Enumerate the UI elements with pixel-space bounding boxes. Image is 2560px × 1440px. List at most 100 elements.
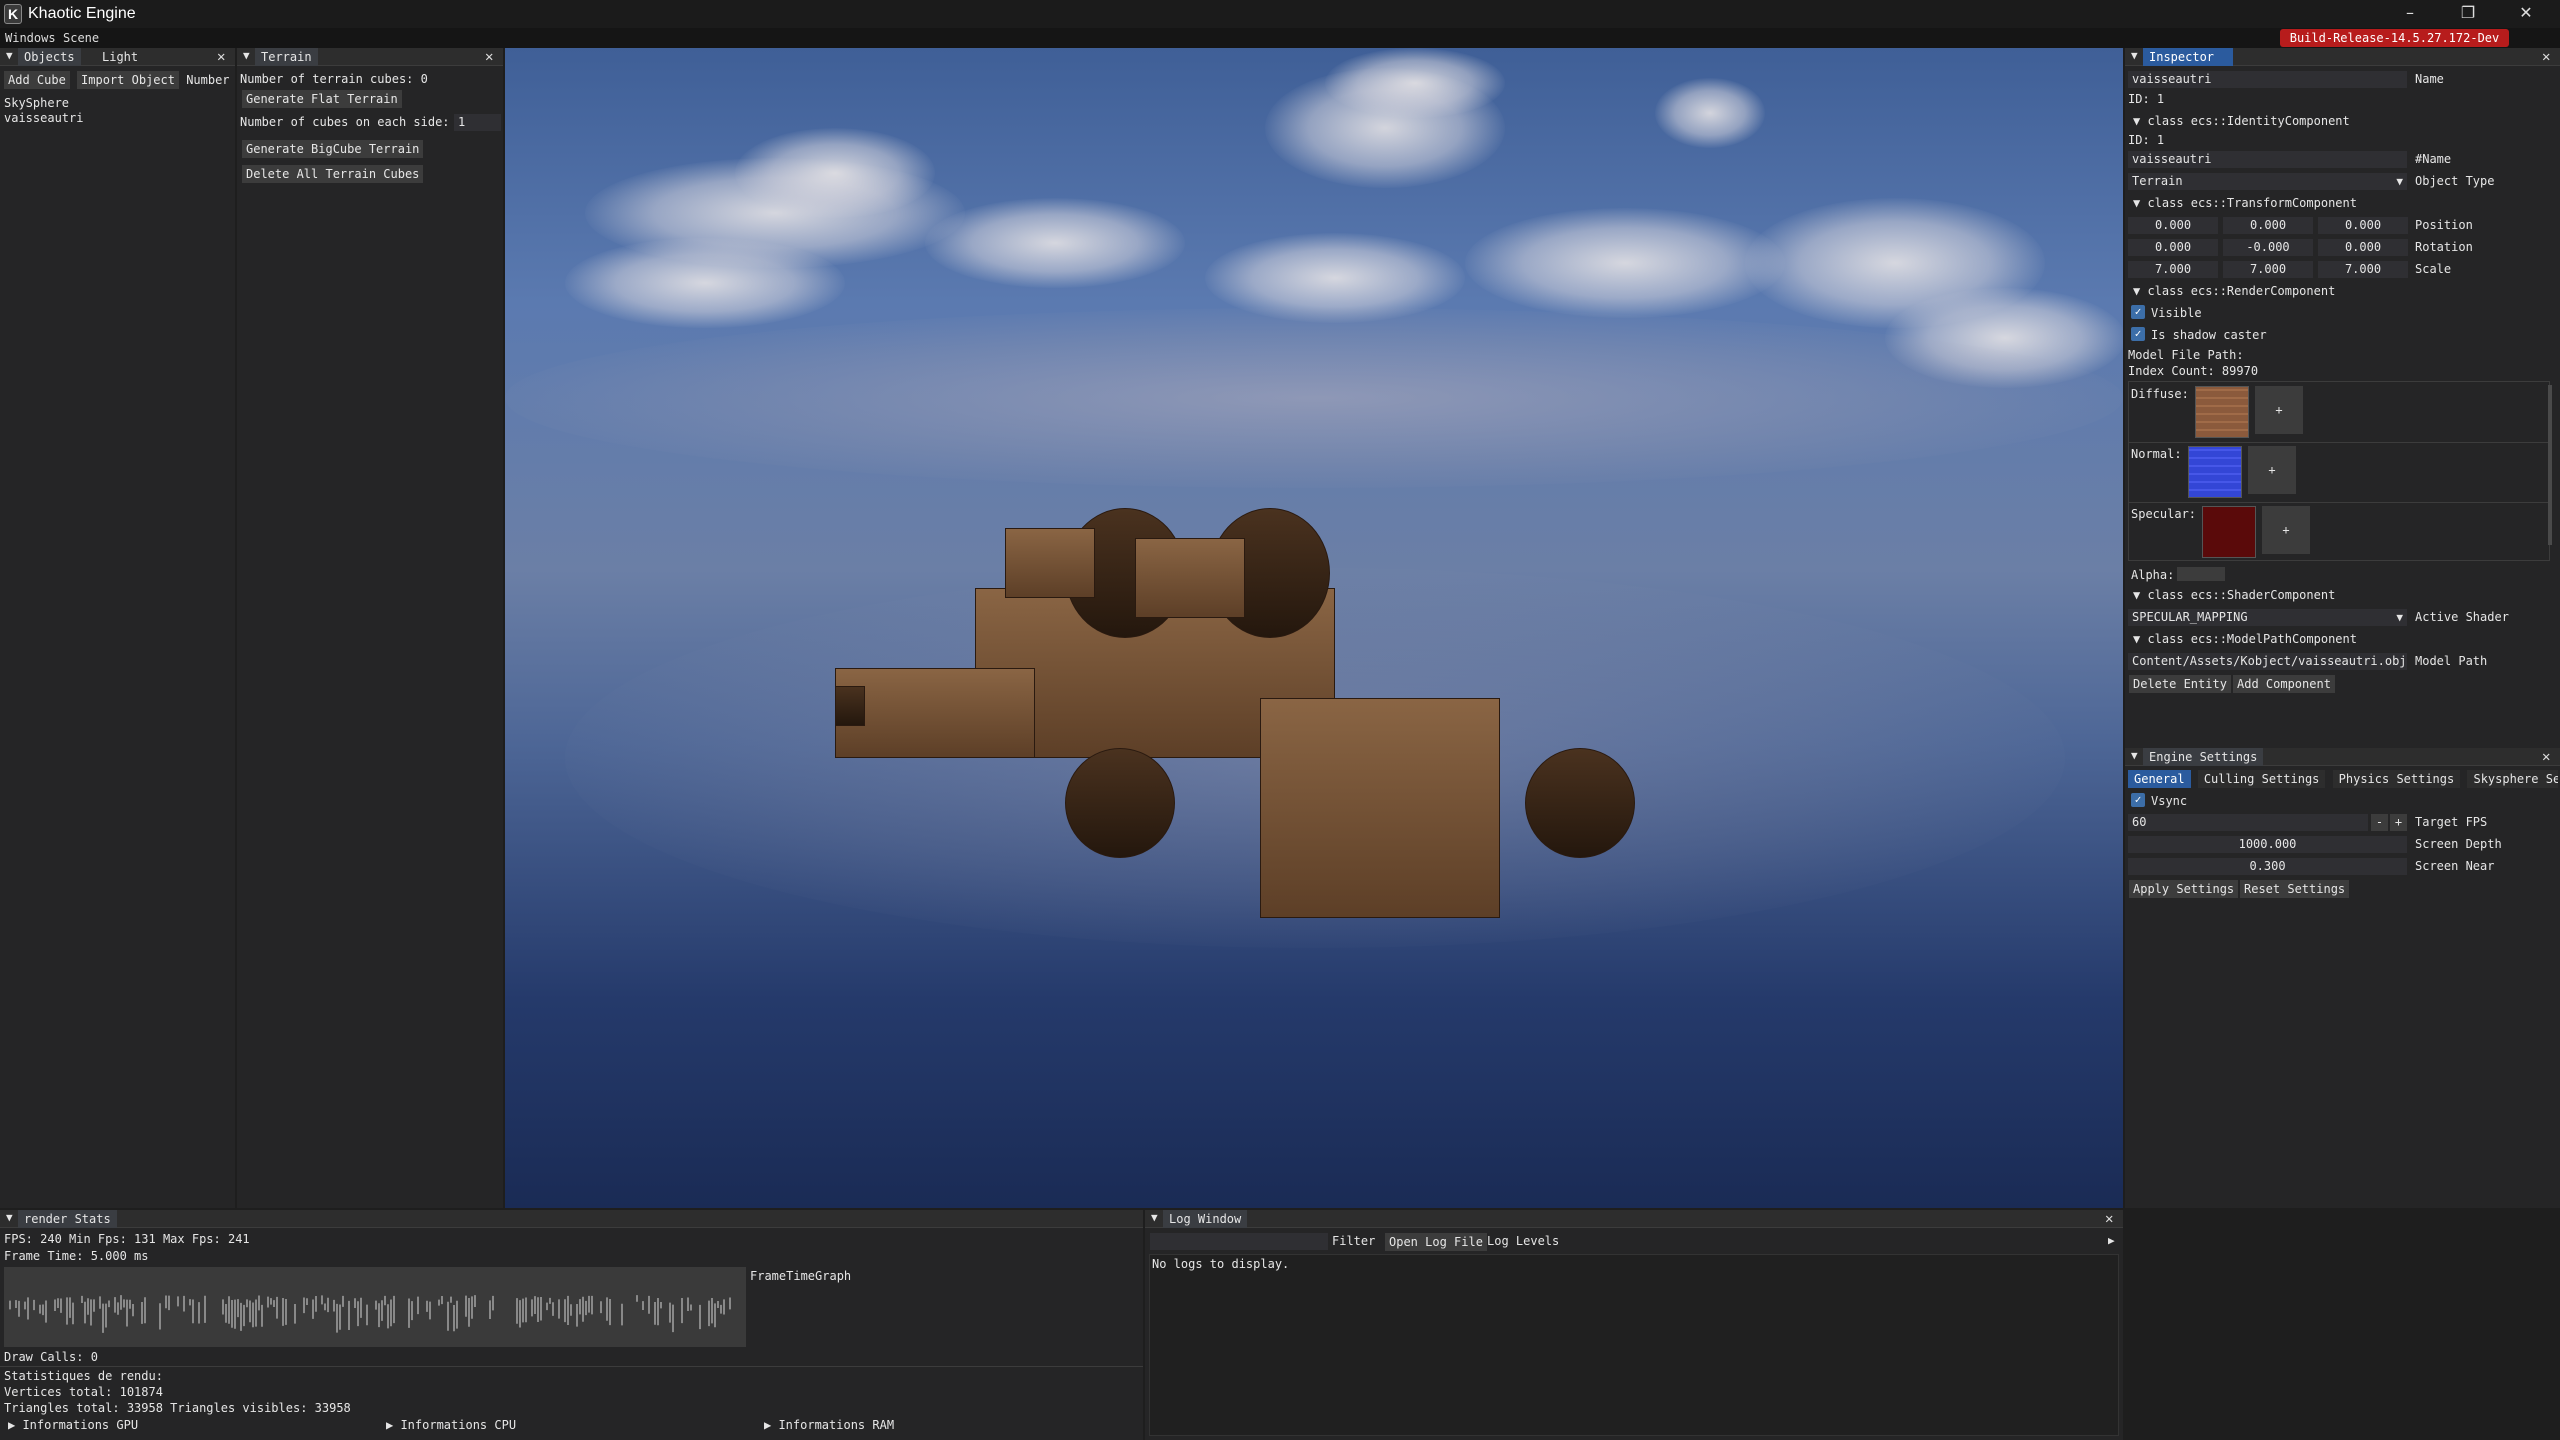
frame-time-graph [4,1267,746,1347]
tab-inspector[interactable]: Inspector [2143,48,2233,66]
target-fps-input[interactable]: 60 [2128,814,2368,831]
close-icon[interactable]: ✕ [2542,49,2550,65]
ship-cargo-block [1260,698,1500,918]
scale-x-input[interactable]: 7.000 [2128,261,2218,278]
object-item-skysphere[interactable]: SkySphere [4,96,69,110]
target-fps-decrement-button[interactable]: - [2371,814,2388,831]
transform-component-header[interactable]: ▼ class ecs::TransformComponent [2133,196,2357,210]
close-icon[interactable]: ✕ [485,49,493,65]
identity-name-input[interactable]: vaisseautri [2128,151,2407,168]
alpha-texture-slot[interactable] [2177,567,2225,581]
visible-checkbox[interactable]: ✓ [2131,305,2145,319]
log-output-area[interactable]: No logs to display. [1149,1254,2119,1436]
tab-terrain[interactable]: Terrain [255,48,318,66]
reset-settings-button[interactable]: Reset Settings [2240,880,2350,898]
specular-add-button[interactable]: + [2262,506,2310,554]
vertices-total: Vertices total: 101874 [4,1385,163,1399]
collapse-arrow-icon[interactable]: ▼ [6,1211,13,1224]
diffuse-texture-thumbnail[interactable] [2195,386,2249,438]
identity-component-header[interactable]: ▼ class ecs::IdentityComponent [2133,114,2350,128]
generate-bigcube-terrain-button[interactable]: Generate BigCube Terrain [242,140,424,158]
position-y-input[interactable]: 0.000 [2223,217,2313,234]
cubes-each-side-input[interactable]: 1 [454,114,501,131]
diffuse-add-button[interactable]: + [2255,386,2303,434]
menu-windows[interactable]: Windows [5,31,56,45]
screen-near-label: Screen Near [2415,859,2495,873]
add-component-button[interactable]: Add Component [2233,675,2335,693]
tab-skysphere-settings[interactable]: Skysphere Setti [2467,770,2558,788]
expand-arrow-icon[interactable]: ▶ [2108,1234,2115,1247]
collapse-arrow-icon[interactable]: ▼ [243,49,250,62]
rotation-z-input[interactable]: 0.000 [2318,239,2408,256]
object-type-select[interactable]: Terrain ▼ [2128,173,2407,190]
collapse-arrow-icon[interactable]: ▼ [1151,1211,1158,1224]
vsync-checkbox[interactable]: ✓ [2131,793,2145,807]
informations-cpu-header[interactable]: ▶ Informations CPU [386,1418,516,1432]
open-log-file-button[interactable]: Open Log File [1385,1233,1487,1251]
identity-component-title: class ecs::IdentityComponent [2147,114,2350,128]
cubes-each-side-label: Number of cubes on each side: [240,115,450,129]
shadow-caster-checkbox[interactable]: ✓ [2131,327,2145,341]
minimize-button[interactable]: – [2382,0,2438,28]
normal-add-button[interactable]: + [2248,446,2296,494]
log-filter-input[interactable] [1150,1233,1328,1250]
collapse-arrow-icon[interactable]: ▼ [6,49,13,62]
screen-depth-input[interactable]: 1000.000 [2128,836,2407,853]
tab-objects[interactable]: Objects [18,48,81,66]
menu-scene[interactable]: Scene [63,31,99,45]
position-label: Position [2415,218,2473,232]
informations-ram-header[interactable]: ▶ Informations RAM [764,1418,894,1432]
cloud [1655,78,1765,148]
restore-button[interactable]: ❐ [2440,0,2496,28]
apply-settings-button[interactable]: Apply Settings [2129,880,2239,898]
terrain-cube-count: Number of terrain cubes: 0 [240,72,428,86]
texture-list-scrollbar[interactable] [2548,385,2552,545]
close-icon[interactable]: ✕ [217,49,225,65]
tab-physics-settings[interactable]: Physics Settings [2332,770,2461,788]
import-object-button[interactable]: Import Object [77,71,179,89]
render-component-header[interactable]: ▼ class ecs::RenderComponent [2133,284,2335,298]
tab-log-window[interactable]: Log Window [1163,1210,1248,1228]
generate-flat-terrain-button[interactable]: Generate Flat Terrain [242,90,402,108]
scale-z-input[interactable]: 7.000 [2318,261,2408,278]
active-shader-select[interactable]: SPECULAR_MAPPING ▼ [2128,609,2407,626]
frame-time: Frame Time: 5.000 ms [4,1249,149,1263]
position-x-input[interactable]: 0.000 [2128,217,2218,234]
tab-culling-settings[interactable]: Culling Settings [2197,770,2326,788]
tab-general[interactable]: General [2128,770,2191,788]
title-bar: K Khaotic Engine – ❐ ✕ [0,0,2560,28]
rotation-y-input[interactable]: -0.000 [2223,239,2313,256]
delete-all-terrain-cubes-button[interactable]: Delete All Terrain Cubes [242,165,424,183]
screen-near-input[interactable]: 0.300 [2128,858,2407,875]
close-window-button[interactable]: ✕ [2498,0,2554,28]
rotation-x-input[interactable]: 0.000 [2128,239,2218,256]
tab-engine-settings[interactable]: Engine Settings [2143,748,2264,766]
normal-texture-thumbnail[interactable] [2188,446,2242,498]
shader-component-header[interactable]: ▼ class ecs::ShaderComponent [2133,588,2335,602]
model-path-input[interactable]: Content/Assets/Kobject/vaisseautri.obj [2128,653,2407,670]
entity-name-input[interactable]: vaisseautri [2128,71,2407,88]
target-fps-increment-button[interactable]: + [2390,814,2407,831]
scene-viewport[interactable] [505,48,2123,1208]
object-item-vaisseautri[interactable]: vaisseautri [4,111,83,125]
collapse-arrow-icon: ▼ [2133,114,2148,128]
informations-gpu-header[interactable]: ▶ Informations GPU [8,1418,138,1432]
collapse-arrow-icon[interactable]: ▼ [2131,749,2138,762]
scale-y-input[interactable]: 7.000 [2223,261,2313,278]
tab-render-stats[interactable]: render Stats [18,1210,117,1228]
log-levels-label[interactable]: Log Levels [1487,1234,1559,1248]
specular-texture-thumbnail[interactable] [2202,506,2256,558]
collapse-arrow-icon[interactable]: ▼ [2131,49,2138,62]
ship-part [1135,538,1245,618]
delete-entity-button[interactable]: Delete Entity [2129,675,2231,693]
close-icon[interactable]: ✕ [2105,1211,2113,1227]
cloud [925,198,1185,288]
tab-light[interactable]: Light [96,48,144,66]
render-stats-header: Statistiques de rendu: [4,1369,163,1383]
modelpath-component-header[interactable]: ▼ class ecs::ModelPathComponent [2133,632,2357,646]
position-z-input[interactable]: 0.000 [2318,217,2408,234]
add-cube-button[interactable]: Add Cube [4,71,70,89]
spaceship-model[interactable] [835,508,1635,928]
objects-toolbar: Add Cube Import Object Number o [4,71,235,89]
close-icon[interactable]: ✕ [2542,749,2550,765]
